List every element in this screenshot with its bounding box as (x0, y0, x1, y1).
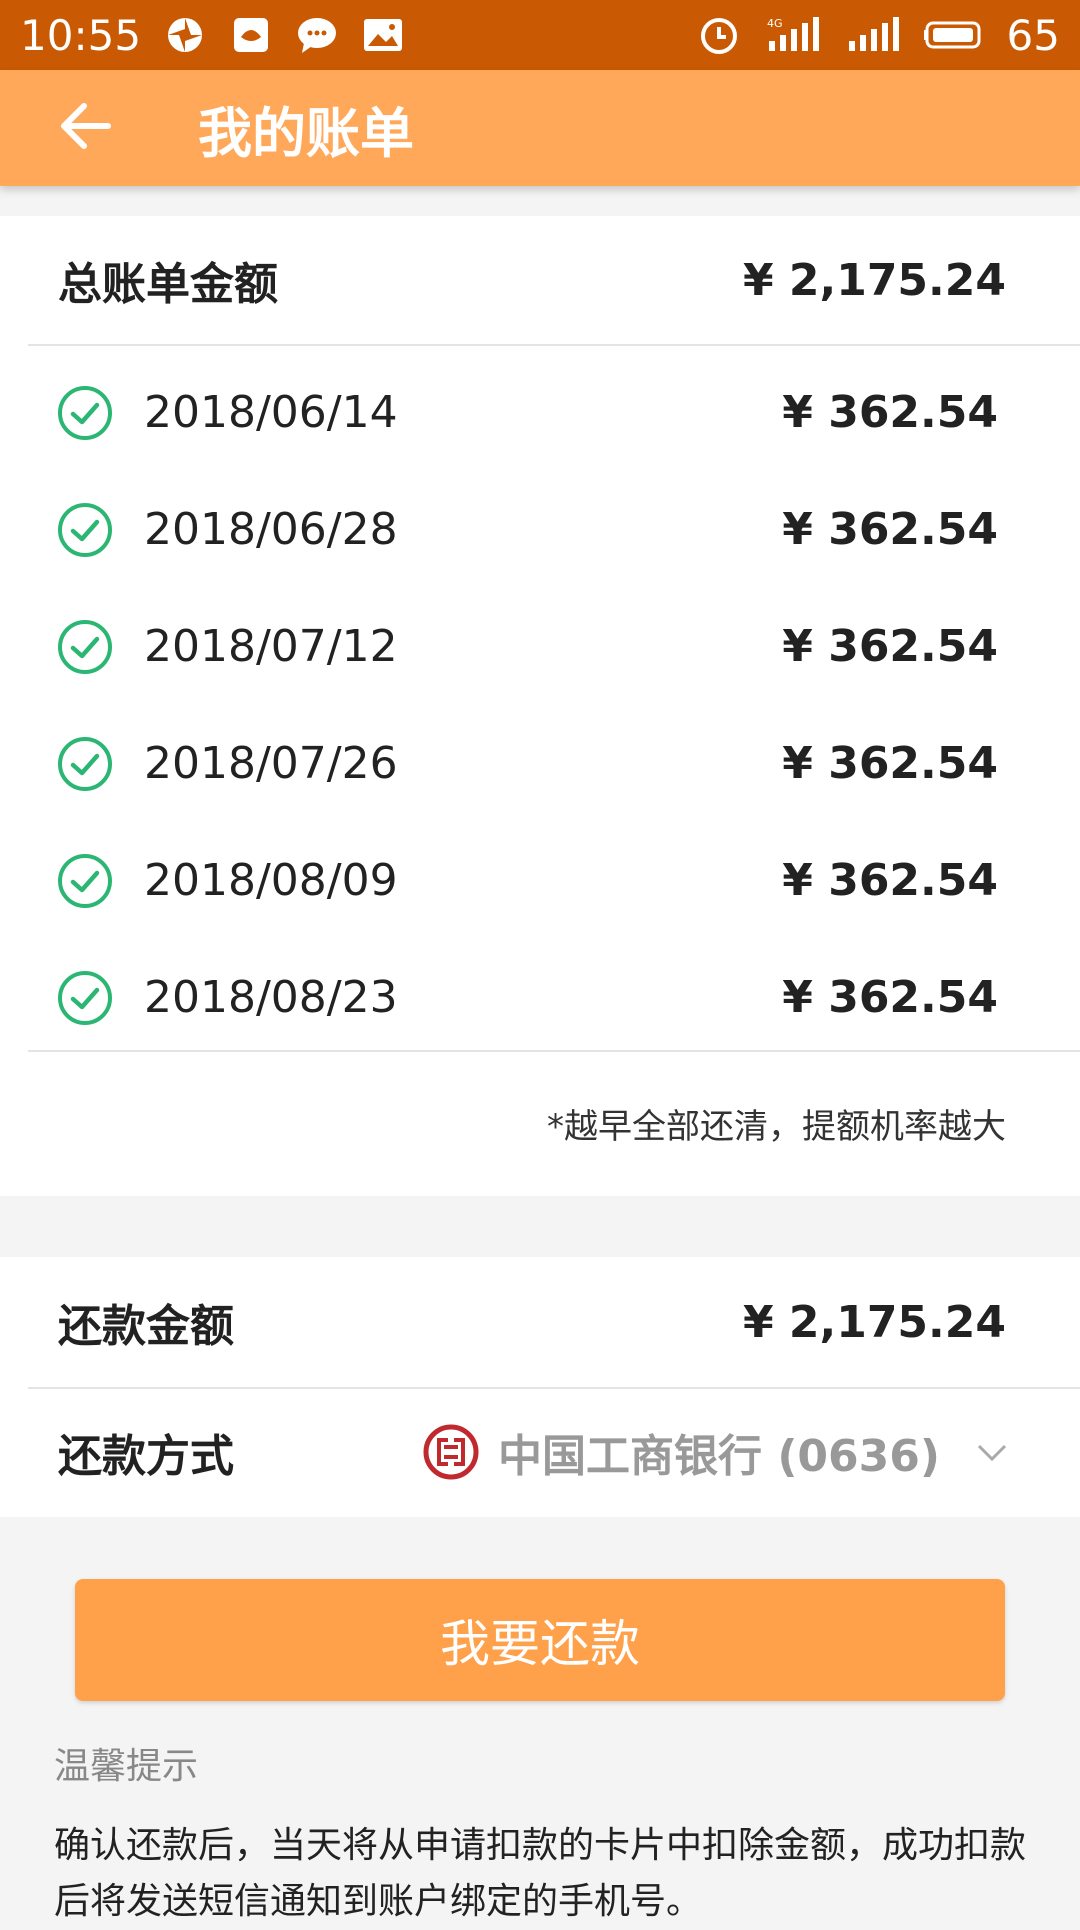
battery-level: 65 (1006, 10, 1060, 60)
repay-method-label: 还款方式 (58, 1431, 234, 1482)
total-bill-amount: ¥ 2,175.24 (742, 254, 1006, 306)
bill-amount: ¥ 362.54 (782, 855, 998, 906)
chevron-down-icon (977, 1444, 1007, 1462)
list-item: 2018/08/09 ¥ 362.54 (28, 822, 1080, 939)
signal-icon (843, 13, 901, 57)
svg-text:4G: 4G (767, 17, 783, 30)
bill-amount: ¥ 362.54 (782, 504, 998, 555)
notice-title: 温馨提示 (54, 1746, 199, 1787)
check-circle-icon (58, 853, 112, 908)
alarm-icon (697, 13, 741, 57)
repay-button[interactable]: 我要还款 (75, 1579, 1005, 1701)
list-item: 2018/07/12 ¥ 362.54 (28, 588, 1080, 705)
repayment-card: 还款金额 ¥ 2,175.24 还款方式 中国工商银行 (0636) (0, 1257, 1080, 1517)
check-circle-icon (58, 502, 112, 557)
icbc-logo-icon (423, 1424, 479, 1480)
total-bill-label: 总账单金额 (58, 259, 278, 310)
bill-amount: ¥ 362.54 (782, 387, 998, 438)
repay-amount-row: 还款金额 ¥ 2,175.24 (28, 1257, 1080, 1389)
app-bar: 我的账单 (0, 70, 1080, 186)
bill-card: 总账单金额 ¥ 2,175.24 2018/06/14 ¥ 362.54 201… (0, 216, 1080, 1196)
status-time: 10:55 (20, 10, 142, 60)
early-repay-tip: *越早全部还清，提额机率越大 (547, 1107, 1006, 1147)
chat-icon (295, 13, 339, 57)
bill-date: 2018/08/23 (144, 972, 398, 1023)
repay-method-row[interactable]: 还款方式 中国工商银行 (0636) (28, 1387, 1080, 1517)
bill-date: 2018/07/12 (144, 621, 398, 672)
list-item: 2018/06/14 ¥ 362.54 (28, 354, 1080, 471)
repay-amount-label: 还款金额 (58, 1301, 234, 1352)
total-bill-row: 总账单金额 ¥ 2,175.24 (28, 216, 1080, 346)
battery-icon (923, 13, 985, 57)
check-circle-icon (58, 970, 112, 1025)
bill-date: 2018/06/28 (144, 504, 398, 555)
arrow-left-icon (56, 101, 112, 155)
check-circle-icon (58, 736, 112, 791)
list-item: 2018/07/26 ¥ 362.54 (28, 705, 1080, 822)
notice-text: 确认还款后，当天将从申请扣款的卡片中扣除金额，成功扣款后将发送短信通知到账户绑定… (54, 1825, 1027, 1922)
bill-date: 2018/06/14 (144, 387, 398, 438)
image-icon (361, 13, 405, 57)
page-title: 我的账单 (198, 101, 414, 165)
bill-amount: ¥ 362.54 (782, 738, 998, 789)
repay-method-select[interactable]: 中国工商银行 (0636) (422, 1420, 1010, 1484)
pinwheel-icon (163, 13, 207, 57)
list-item: 2018/06/28 ¥ 362.54 (28, 471, 1080, 588)
check-circle-icon (58, 385, 112, 440)
signal-4g-icon: 4G (763, 13, 821, 57)
bill-amount: ¥ 362.54 (782, 972, 998, 1023)
bank-name: 中国工商银行 (0636) (498, 1431, 940, 1482)
check-circle-icon (58, 619, 112, 674)
bill-date: 2018/07/26 (144, 738, 398, 789)
bill-amount: ¥ 362.54 (782, 621, 998, 672)
status-bar: 10:55 4G 65 (0, 0, 1080, 70)
list-item: 2018/08/23 ¥ 362.54 (28, 939, 1080, 1056)
bill-list: 2018/06/14 ¥ 362.54 2018/06/28 ¥ 362.54 … (28, 346, 1080, 1052)
app-icon (229, 13, 273, 57)
bill-date: 2018/08/09 (144, 855, 398, 906)
repay-amount-value: ¥ 2,175.24 (742, 1296, 1006, 1348)
back-button[interactable] (24, 70, 144, 186)
